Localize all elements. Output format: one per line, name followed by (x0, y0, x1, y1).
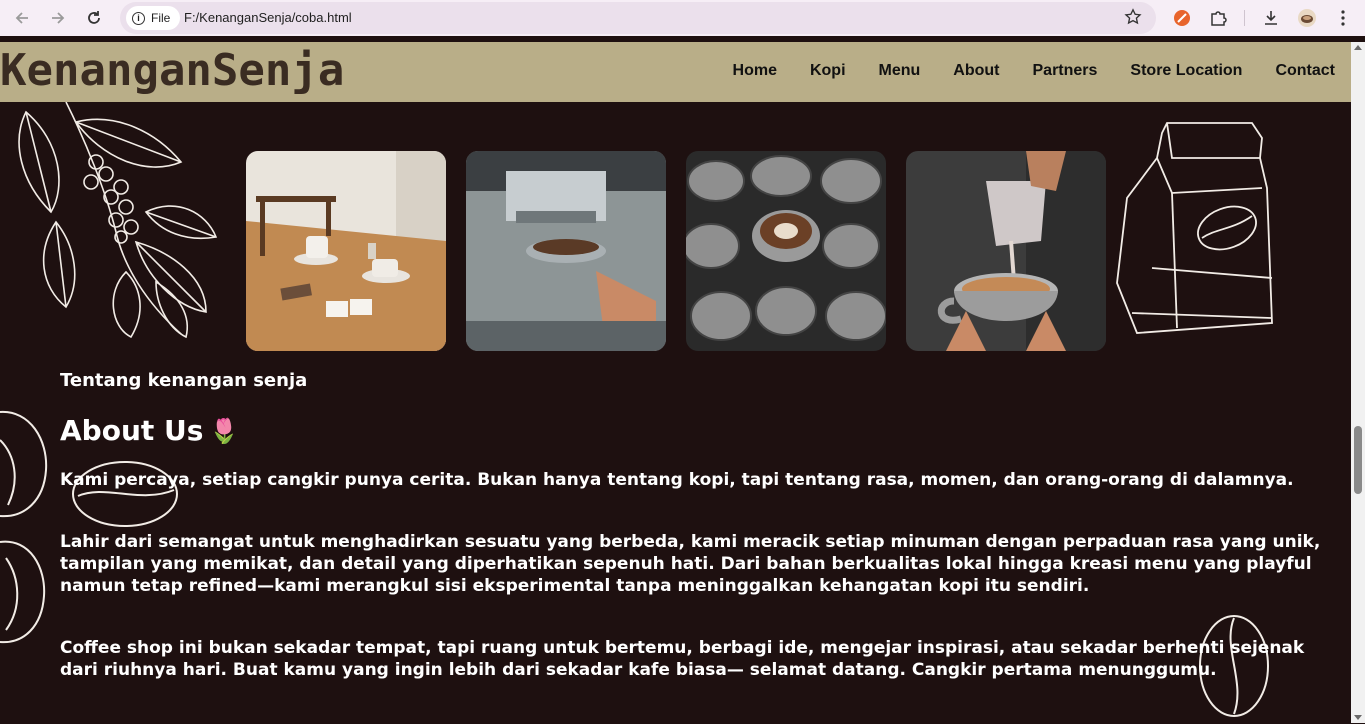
nav-link-contact[interactable]: Contact (1275, 62, 1335, 80)
site-info-label: File (151, 11, 171, 25)
back-icon[interactable] (11, 7, 33, 29)
site-info-chip[interactable]: i File (126, 6, 181, 30)
reload-icon[interactable] (83, 7, 105, 29)
coffee-bean-illustration (0, 410, 50, 524)
about-paragraph-3: Coffee shop ini bukan sekadar tempat, ta… (60, 638, 1305, 680)
cups-latte-art-photo (686, 151, 886, 351)
site-navbar: KenanganSenja Home Kopi Menu About Partn… (0, 42, 1351, 102)
pouring-latte-photo (906, 151, 1106, 351)
profile-icon[interactable] (1296, 7, 1318, 29)
coffee-bean-illustration (0, 538, 48, 650)
about-subtitle: Tentang kenangan senja (60, 370, 308, 391)
puzzle-icon[interactable] (1207, 7, 1229, 29)
address-bar[interactable]: i File F:/KenanganSenja/coba.html (120, 2, 1156, 34)
forward-icon[interactable] (47, 7, 69, 29)
nav-link-home[interactable]: Home (733, 62, 777, 80)
site-logo[interactable]: KenanganSenja (0, 46, 344, 96)
cafe-table-photo (246, 151, 446, 351)
nav-link-partners[interactable]: Partners (1033, 62, 1098, 80)
nav-link-about[interactable]: About (953, 62, 999, 80)
star-icon[interactable] (1124, 8, 1142, 30)
tulip-icon: 🌷 (209, 416, 240, 445)
scroll-down-icon[interactable] (1354, 715, 1362, 720)
scroll-thumb[interactable] (1354, 426, 1362, 494)
browser-toolbar: i File F:/KenanganSenja/coba.html (0, 0, 1365, 36)
nav-link-kopi[interactable]: Kopi (810, 62, 846, 80)
about-heading: About Us 🌷 (60, 414, 239, 447)
nav-link-menu[interactable]: Menu (879, 62, 921, 80)
about-paragraph-1: Kami percaya, setiap cangkir punya cerit… (60, 470, 1294, 490)
espresso-machine-photo (466, 151, 666, 351)
coffee-plant-illustration (6, 101, 221, 346)
coffee-bag-illustration (1112, 118, 1277, 342)
page-scrollbar[interactable] (1351, 42, 1365, 723)
about-paragraph-2: Lahir dari semangat untuk menghadirkan s… (60, 532, 1321, 596)
info-icon: i (132, 11, 145, 25)
scroll-up-icon[interactable] (1354, 45, 1362, 50)
download-icon[interactable] (1260, 7, 1282, 29)
toolbar-divider (1244, 10, 1245, 26)
main-menu: Home Kopi Menu About Partners Store Loca… (700, 62, 1335, 80)
about-title-text: About Us (60, 414, 204, 447)
more-icon[interactable] (1332, 7, 1354, 29)
url-text[interactable]: F:/KenanganSenja/coba.html (184, 10, 352, 25)
nav-link-store-location[interactable]: Store Location (1130, 62, 1242, 80)
extension-icon[interactable] (1171, 7, 1193, 29)
